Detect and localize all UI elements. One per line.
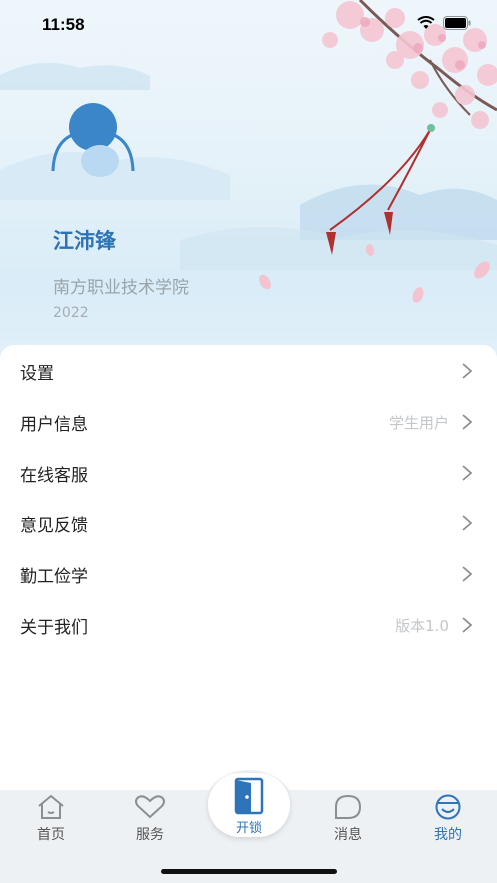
home-icon — [38, 794, 64, 819]
menu-item-work-study[interactable]: 勤工俭学 — [0, 549, 497, 599]
tab-messages[interactable]: 消息 — [308, 790, 388, 848]
status-time: 11:58 — [42, 15, 85, 34]
menu-item-online-service[interactable]: 在线客服 — [0, 448, 497, 498]
chevron-right-icon — [462, 414, 473, 430]
door-icon — [234, 777, 264, 815]
chevron-right-icon — [462, 566, 473, 582]
user-school: 南方职业技术学院 — [53, 278, 189, 298]
smile-face-icon — [435, 794, 461, 820]
tab-home[interactable]: 首页 — [11, 790, 91, 848]
user-name: 江沛锋 — [53, 229, 116, 253]
chevron-right-icon — [462, 363, 473, 379]
menu-item-settings[interactable]: 设置 — [0, 346, 497, 396]
menu-item-feedback[interactable]: 意见反馈 — [0, 498, 497, 548]
menu-item-label: 勤工俭学 — [20, 566, 88, 587]
chevron-right-icon — [462, 465, 473, 481]
status-bar: 11:58 — [0, 0, 497, 52]
menu-item-label: 设置 — [20, 363, 54, 384]
menu-item-user-info[interactable]: 用户信息 学生用户 — [0, 397, 497, 447]
unlock-label: 开锁 — [235, 821, 262, 836]
version-value: 版本1.0 — [395, 616, 449, 635]
chat-bubble-icon — [335, 794, 362, 819]
user-year: 2022 — [53, 305, 89, 321]
menu-item-label: 在线客服 — [20, 465, 88, 486]
menu-item-label: 关于我们 — [20, 617, 88, 638]
chevron-right-icon — [462, 515, 473, 531]
menu-list: 设置 用户信息 学生用户 在线客服 意见反馈 勤工俭学 关于我们 版本1.0 — [0, 345, 497, 790]
tab-mine[interactable]: 我的 — [408, 790, 488, 848]
menu-item-label: 意见反馈 — [20, 515, 88, 536]
wifi-icon — [417, 16, 435, 29]
status-icons — [417, 16, 471, 30]
header-background — [0, 0, 497, 380]
chevron-right-icon — [462, 617, 473, 633]
tab-label: 消息 — [334, 827, 362, 843]
tab-label: 首页 — [37, 827, 65, 843]
heart-icon — [135, 795, 165, 819]
landscape-illustration — [0, 0, 497, 303]
tab-service[interactable]: 服务 — [110, 790, 190, 848]
user-type-value: 学生用户 — [388, 413, 449, 432]
tab-label: 我的 — [434, 827, 462, 843]
home-indicator-area — [0, 848, 497, 883]
menu-item-about-us[interactable]: 关于我们 版本1.0 — [0, 600, 497, 650]
user-avatar-icon — [51, 103, 135, 177]
avatar[interactable] — [50, 103, 136, 179]
battery-icon — [443, 16, 471, 30]
unlock-button[interactable]: 开锁 — [208, 773, 290, 837]
tab-label: 服务 — [136, 827, 164, 843]
home-indicator[interactable] — [161, 869, 337, 874]
menu-item-label: 用户信息 — [20, 414, 88, 435]
